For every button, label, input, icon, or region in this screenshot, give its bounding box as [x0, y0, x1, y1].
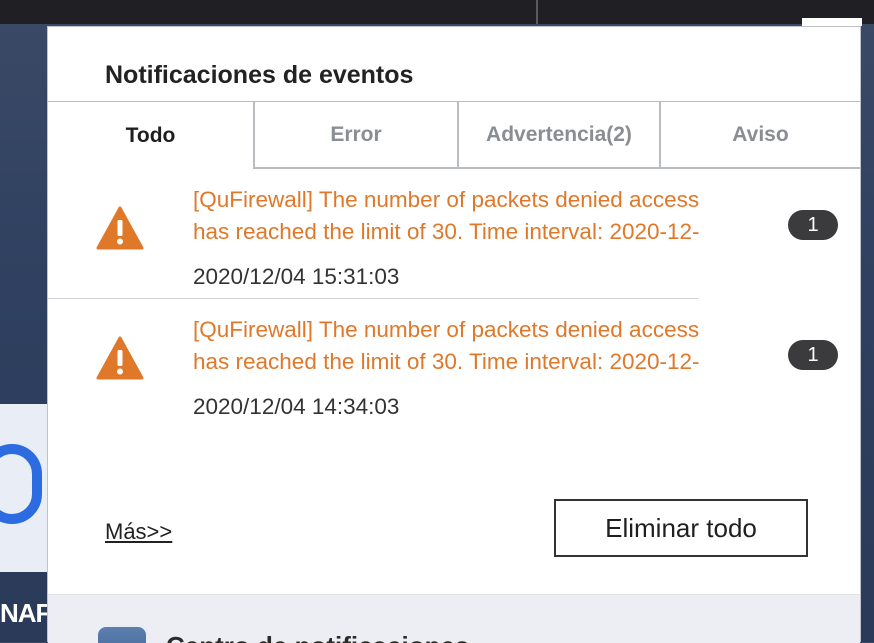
notification-center-icon: [98, 627, 146, 643]
event-item[interactable]: [QuFirewall] The number of packets denie…: [48, 302, 860, 430]
event-item[interactable]: [QuFirewall] The number of packets denie…: [48, 172, 860, 300]
event-message: [QuFirewall] The number of packets denie…: [193, 314, 748, 378]
warning-icon: [96, 206, 144, 250]
footer-label: Centro de notificaciones: [166, 631, 469, 643]
tab-error[interactable]: Error: [253, 102, 457, 169]
warning-icon: [96, 336, 144, 380]
background-app-tile[interactable]: [0, 404, 48, 572]
event-timestamp: 2020/12/04 15:31:03: [193, 264, 400, 289]
tab-todo[interactable]: Todo: [48, 102, 253, 169]
event-count-badge: 1: [788, 210, 838, 240]
tab-advertencia[interactable]: Advertencia(2): [457, 102, 659, 169]
top-bar-divider: [536, 0, 538, 24]
more-link[interactable]: Más>>: [105, 519, 172, 545]
background-app-label: NAF: [0, 598, 51, 628]
event-notifications-panel: Notificaciones de eventos Todo Error Adv…: [47, 26, 861, 643]
tab-aviso[interactable]: Aviso: [659, 102, 860, 169]
event-message-line: [QuFirewall] The number of packets denie…: [193, 317, 700, 342]
panel-title: Notificaciones de eventos: [105, 61, 414, 89]
event-divider: [48, 298, 698, 299]
event-timestamp: 2020/12/04 14:34:03: [193, 394, 400, 419]
event-message-line: has reached the limit of 30. Time interv…: [193, 219, 700, 244]
tab-bar: Todo Error Advertencia(2) Aviso: [48, 101, 860, 171]
clear-all-button[interactable]: Eliminar todo: [554, 499, 808, 557]
event-message-line: has reached the limit of 30. Time interv…: [193, 349, 700, 374]
top-bar-active-indicator: [802, 18, 862, 26]
notification-center-footer[interactable]: Centro de notificaciones: [48, 594, 860, 643]
top-bar: [0, 0, 874, 26]
event-message-line: [QuFirewall] The number of packets denie…: [193, 187, 700, 212]
event-count-badge: 1: [788, 340, 838, 370]
app-logo-icon: [0, 444, 42, 524]
event-message: [QuFirewall] The number of packets denie…: [193, 184, 748, 248]
